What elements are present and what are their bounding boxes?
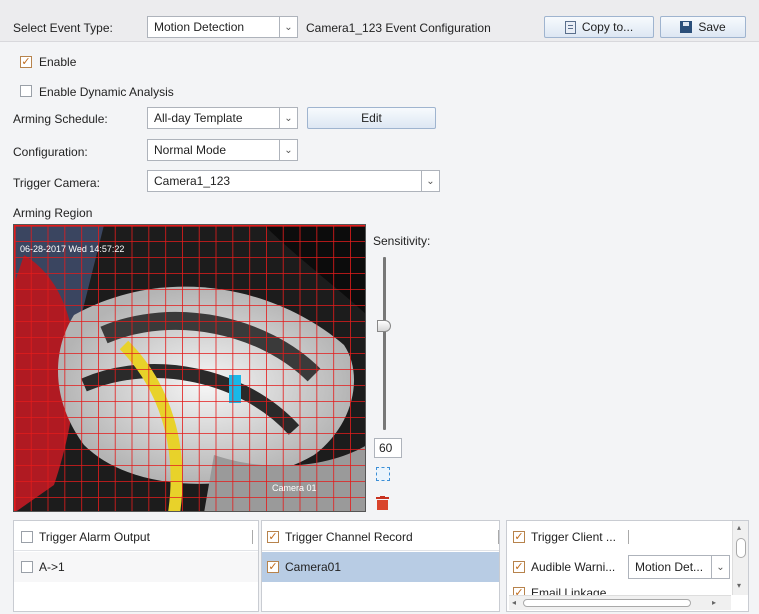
scroll-up-icon[interactable]: ▴ xyxy=(737,523,741,532)
audible-warning-row[interactable]: ✓ Audible Warni... Motion Det... ⌄ xyxy=(507,552,748,582)
delete-icon[interactable] xyxy=(376,496,389,510)
chevron-down-icon: ⌄ xyxy=(421,171,439,191)
horizontal-scrollbar[interactable]: ◂ ▸ xyxy=(509,595,731,610)
edit-button[interactable]: Edit xyxy=(307,107,436,129)
osd-timestamp: 06-28-2017 Wed 14:57:22 xyxy=(20,244,124,254)
save-label: Save xyxy=(698,20,726,34)
configuration-select[interactable]: Normal Mode ⌄ xyxy=(147,139,298,161)
save-button[interactable]: Save xyxy=(660,16,746,38)
copy-icon xyxy=(564,20,576,34)
horizontal-scroll-thumb[interactable] xyxy=(523,599,691,607)
channel-record-header: ✓ Trigger Channel Record xyxy=(262,521,499,551)
osd-camera-name: Camera 01 xyxy=(272,483,317,493)
arming-schedule-label: Arming Schedule: xyxy=(13,112,108,126)
chevron-down-icon: ⌄ xyxy=(279,140,297,160)
event-type-value: Motion Detection xyxy=(154,20,245,34)
channel-record-row[interactable]: ✓ Camera01 xyxy=(262,552,499,582)
alarm-output-item-checkbox[interactable] xyxy=(21,561,33,573)
audible-warning-checkbox[interactable]: ✓ xyxy=(513,561,525,573)
arming-schedule-value: All-day Template xyxy=(154,111,243,125)
audible-warning-label: Audible Warni... xyxy=(531,560,616,574)
scroll-down-icon[interactable]: ▾ xyxy=(737,581,741,590)
save-icon xyxy=(680,21,693,33)
audible-warning-value: Motion Det... xyxy=(635,560,704,574)
sensitivity-label: Sensitivity: xyxy=(373,234,431,248)
linkage-panel: ✓ Trigger Client ... ✓ Audible Warni... … xyxy=(506,520,749,612)
trigger-client-checkbox[interactable]: ✓ xyxy=(513,531,525,543)
trigger-client-label: Trigger Client ... xyxy=(531,530,616,544)
scroll-right-icon[interactable]: ▸ xyxy=(712,598,716,607)
scroll-left-icon[interactable]: ◂ xyxy=(512,598,516,607)
audible-warning-select[interactable]: Motion Det... ⌄ xyxy=(628,555,730,579)
config-title: Camera1_123 Event Configuration xyxy=(306,21,491,35)
fullscreen-icon[interactable] xyxy=(376,467,390,481)
arming-region[interactable]: 06-28-2017 Wed 14:57:22 Camera 01 xyxy=(13,224,366,512)
arming-schedule-select[interactable]: All-day Template ⌄ xyxy=(147,107,298,129)
alarm-output-item-label: A->1 xyxy=(39,560,65,574)
chevron-down-icon: ⌄ xyxy=(711,556,729,578)
video-preview: 06-28-2017 Wed 14:57:22 Camera 01 xyxy=(14,225,365,511)
alarm-output-header-label: Trigger Alarm Output xyxy=(39,530,150,544)
event-type-select[interactable]: Motion Detection ⌄ xyxy=(147,16,298,38)
trigger-camera-select[interactable]: Camera1_123 ⌄ xyxy=(147,170,440,192)
sensitivity-slider-track[interactable] xyxy=(383,257,386,430)
trigger-camera-value: Camera1_123 xyxy=(154,174,231,188)
edit-label: Edit xyxy=(361,111,382,125)
enable-checkbox[interactable]: ✓ xyxy=(20,56,32,68)
channel-record-item-label: Camera01 xyxy=(285,560,342,574)
arming-region-label: Arming Region xyxy=(13,206,93,220)
column-divider xyxy=(628,530,629,544)
alarm-output-header: Trigger Alarm Output xyxy=(14,521,258,551)
configuration-value: Normal Mode xyxy=(154,143,227,157)
dynamic-analysis-label: Enable Dynamic Analysis xyxy=(39,85,174,99)
chevron-down-icon: ⌄ xyxy=(279,108,297,128)
chevron-down-icon: ⌄ xyxy=(279,17,297,37)
sensitivity-slider-thumb[interactable] xyxy=(377,320,391,332)
vertical-scroll-thumb[interactable] xyxy=(736,538,746,558)
alarm-output-header-checkbox[interactable] xyxy=(21,531,33,543)
alarm-output-panel: Trigger Alarm Output A->1 xyxy=(13,520,259,612)
sensitivity-value-field[interactable]: 60 xyxy=(374,438,402,458)
dynamic-analysis-checkbox[interactable] xyxy=(20,85,32,97)
channel-record-item-checkbox[interactable]: ✓ xyxy=(267,561,279,573)
channel-record-header-label: Trigger Channel Record xyxy=(285,530,413,544)
trigger-camera-label: Trigger Camera: xyxy=(13,176,100,190)
enable-label: Enable xyxy=(39,55,77,69)
copy-to-label: Copy to... xyxy=(581,20,634,34)
column-divider xyxy=(498,530,499,544)
configuration-label: Configuration: xyxy=(13,145,88,159)
copy-to-button[interactable]: Copy to... xyxy=(544,16,654,38)
vertical-scrollbar[interactable]: ▴ ▾ xyxy=(732,521,748,595)
alarm-output-row[interactable]: A->1 xyxy=(14,552,258,582)
channel-record-panel: ✓ Trigger Channel Record ✓ Camera01 xyxy=(261,520,500,612)
channel-record-header-checkbox[interactable]: ✓ xyxy=(267,531,279,543)
column-divider xyxy=(252,530,253,544)
trigger-client-row[interactable]: ✓ Trigger Client ... xyxy=(507,521,748,551)
event-type-label: Select Event Type: xyxy=(13,21,113,35)
